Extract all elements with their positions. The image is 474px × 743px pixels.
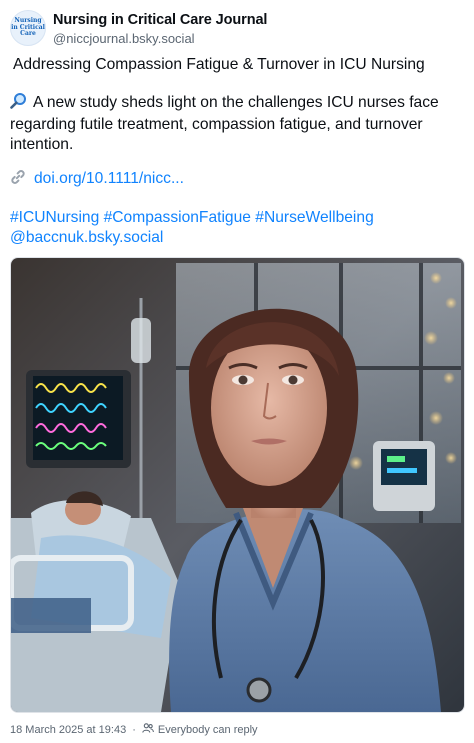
reply-setting: Everybody can reply [142, 722, 258, 737]
author-display-name[interactable]: Nursing in Critical Care Journal [53, 12, 267, 28]
post-paragraph: A new study sheds light on the challenge… [10, 92, 464, 155]
people-icon [142, 722, 158, 737]
post-card: Nursing in Critical Care Nursing in Crit… [0, 0, 474, 743]
reply-setting-label: Everybody can reply [157, 723, 258, 736]
avatar[interactable]: Nursing in Critical Care [10, 10, 46, 46]
post-header: Nursing in Critical Care Nursing in Crit… [10, 9, 464, 49]
mention-link[interactable]: @baccnuk.bsky.social [10, 228, 464, 248]
hashtags[interactable]: #ICUNursing #CompassionFatigue #NurseWel… [10, 208, 464, 228]
author-handle[interactable]: @niccjournal.bsky.social [53, 31, 195, 46]
post-paragraph-text: A new study sheds light on the challenge… [10, 94, 439, 153]
separator-dot: · [132, 723, 136, 736]
timestamp[interactable]: 18 March 2025 at 19:43 [10, 724, 126, 736]
doi-link[interactable]: doi.org/10.1111/nicc... [34, 170, 184, 187]
magnifying-glass-icon [10, 92, 27, 115]
post-link-row: doi.org/10.1111/nicc... [10, 169, 464, 191]
post-image[interactable] [10, 257, 465, 713]
post-title: Addressing Compassion Fatigue & Turnover… [13, 56, 425, 73]
avatar-text-3: Care [20, 30, 36, 38]
post-footer: 18 March 2025 at 19:43 · Everybody can r… [10, 722, 258, 737]
link-chain-icon [10, 169, 26, 191]
